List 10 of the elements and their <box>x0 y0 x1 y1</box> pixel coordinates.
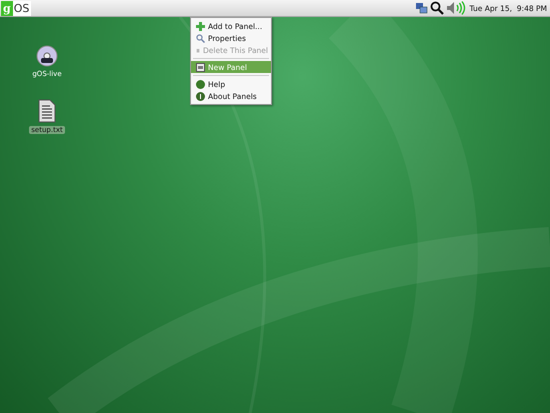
plus-icon <box>196 22 205 30</box>
volume-icon[interactable] <box>446 1 466 15</box>
dvd-icon[interactable] <box>36 45 58 67</box>
menu-logo-button[interactable]: g OS <box>1 0 32 16</box>
network-icon[interactable] <box>414 2 428 14</box>
magnifier-icon <box>196 34 205 42</box>
info-icon <box>196 92 205 100</box>
panel-icon <box>196 62 205 72</box>
text-file-icon[interactable] <box>38 99 56 123</box>
search-icon[interactable] <box>430 1 444 15</box>
